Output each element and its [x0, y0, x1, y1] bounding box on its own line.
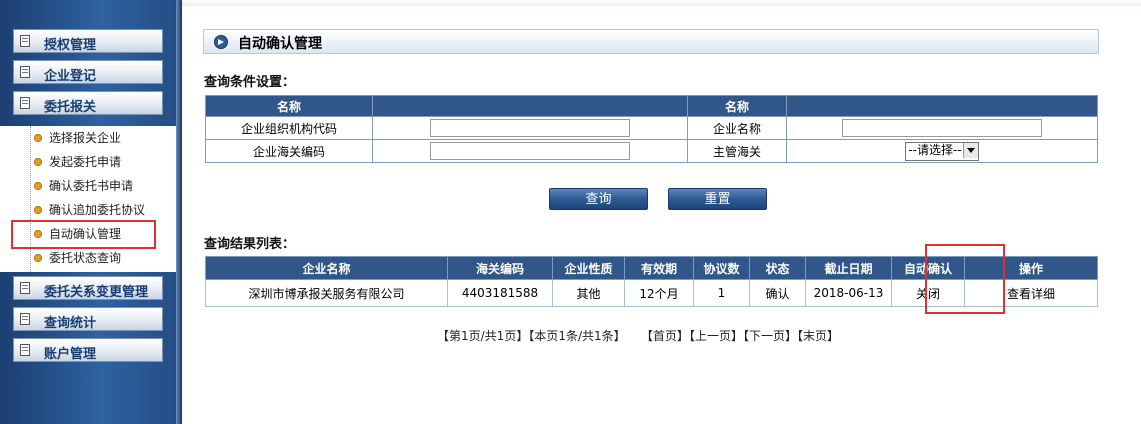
- page-info: 【第1页/共1页】: [437, 329, 529, 343]
- highlight-box-sidebar: [11, 220, 156, 249]
- org-code-input[interactable]: [430, 119, 630, 137]
- prev-page-link[interactable]: 【上一页】: [689, 329, 743, 343]
- query-header-blank: [372, 95, 688, 117]
- col-customs-code: 海关编码: [447, 256, 553, 280]
- document-icon: [20, 282, 30, 294]
- cell-validity: 12个月: [624, 279, 694, 307]
- sidebar: 授权管理 企业登记 委托报关 选择报关企业 发起委托申请 确认委托书申请 确认追…: [0, 0, 182, 424]
- select-value: --请选择--: [908, 142, 962, 157]
- submenu-item-status-query[interactable]: 委托状态查询: [34, 247, 121, 269]
- company-name-input[interactable]: [842, 119, 1042, 137]
- bullet-icon: [34, 133, 42, 142]
- customs-office-label: 主管海关: [687, 139, 787, 163]
- submenu-label: 委托状态查询: [49, 251, 122, 265]
- menu-label: 委托报关: [44, 100, 97, 115]
- menu-label: 账户管理: [44, 347, 97, 362]
- query-header-name: 名称: [687, 95, 787, 117]
- bullet-icon: [34, 253, 42, 262]
- document-icon: [20, 313, 30, 325]
- document-icon: [20, 97, 30, 109]
- cell-customs-code: 4403181588: [447, 279, 553, 307]
- submenu: 选择报关企业 发起委托申请 确认委托书申请 确认追加委托协议 自动确认管理 委托…: [0, 126, 176, 272]
- sidebar-edge: [176, 0, 182, 424]
- submenu-label: 确认委托书申请: [49, 179, 134, 193]
- cell-status: 确认: [749, 279, 806, 307]
- cell-deadline: 2018-06-13: [805, 279, 892, 307]
- cell-company-name: 深圳市博承报关服务有限公司: [205, 279, 448, 307]
- result-section-label: 查询结果列表：: [204, 237, 296, 252]
- submenu-label: 发起委托申请: [49, 155, 122, 169]
- menu-label: 企业登记: [44, 69, 97, 84]
- menu-item-entrusted-declaration[interactable]: 委托报关: [13, 91, 163, 115]
- tree-line: [30, 126, 31, 272]
- col-deadline: 截止日期: [805, 256, 892, 280]
- bullet-icon: [34, 181, 42, 190]
- submenu-item-select-broker[interactable]: 选择报关企业: [34, 127, 121, 149]
- query-header-name: 名称: [205, 95, 373, 117]
- record-info: 【本页1条/共1条】: [528, 329, 626, 343]
- cell-nature: 其他: [552, 279, 625, 307]
- bullet-icon: [34, 157, 42, 166]
- reset-button[interactable]: 重置: [668, 188, 767, 210]
- company-name-label: 企业名称: [687, 116, 787, 140]
- query-button[interactable]: 查询: [549, 188, 648, 210]
- bullet-icon: [34, 205, 42, 214]
- page-title-bar: 自动确认管理: [203, 29, 1099, 54]
- menu-label: 查询统计: [44, 316, 97, 331]
- menu-item-account[interactable]: 账户管理: [13, 338, 163, 362]
- page-title: 自动确认管理: [238, 36, 322, 52]
- document-icon: [20, 66, 30, 78]
- submenu-item-confirm-request[interactable]: 确认委托书申请: [34, 175, 133, 197]
- menu-item-relationship-change[interactable]: 委托关系变更管理: [13, 276, 163, 300]
- arrow-right-icon: [214, 35, 228, 49]
- document-icon: [20, 344, 30, 356]
- query-table: 名称 名称 企业组织机构代码 企业名称 企业海关编码 主管海关 --请选择--: [205, 95, 1098, 163]
- submenu-label: 确认追加委托协议: [49, 203, 146, 217]
- col-validity: 有效期: [624, 256, 694, 280]
- next-page-link[interactable]: 【下一页】: [743, 329, 797, 343]
- query-section-label: 查询条件设置：: [204, 75, 296, 90]
- query-header-blank: [786, 95, 1098, 117]
- col-company-name: 企业名称: [205, 256, 448, 280]
- menu-item-query-statistics[interactable]: 查询统计: [13, 307, 163, 331]
- menu-label: 授权管理: [44, 38, 97, 53]
- submenu-item-initiate-request[interactable]: 发起委托申请: [34, 151, 121, 173]
- first-page-link[interactable]: 【首页】: [641, 329, 689, 343]
- menu-label: 委托关系变更管理: [44, 285, 149, 300]
- highlight-box-auto-confirm: [925, 244, 1005, 314]
- customs-office-select[interactable]: --请选择--: [905, 141, 979, 161]
- pagination: 【第1页/共1页】【本页1条/共1条】 【首页】【上一页】【下一页】【末页】: [437, 327, 839, 344]
- org-code-label: 企业组织机构代码: [205, 116, 373, 140]
- chevron-down-icon: [962, 142, 978, 158]
- menu-item-authorization[interactable]: 授权管理: [13, 29, 163, 53]
- document-icon: [20, 35, 30, 47]
- menu-item-enterprise-registration[interactable]: 企业登记: [13, 60, 163, 84]
- col-nature: 企业性质: [552, 256, 625, 280]
- submenu-item-confirm-additional[interactable]: 确认追加委托协议: [34, 199, 145, 221]
- col-status: 状态: [749, 256, 806, 280]
- submenu-label: 选择报关企业: [49, 131, 122, 145]
- customs-code-label: 企业海关编码: [205, 139, 373, 163]
- customs-code-input[interactable]: [430, 142, 630, 160]
- cell-agreements: 1: [693, 279, 750, 307]
- col-agreements: 协议数: [693, 256, 750, 280]
- last-page-link[interactable]: 【末页】: [797, 329, 839, 343]
